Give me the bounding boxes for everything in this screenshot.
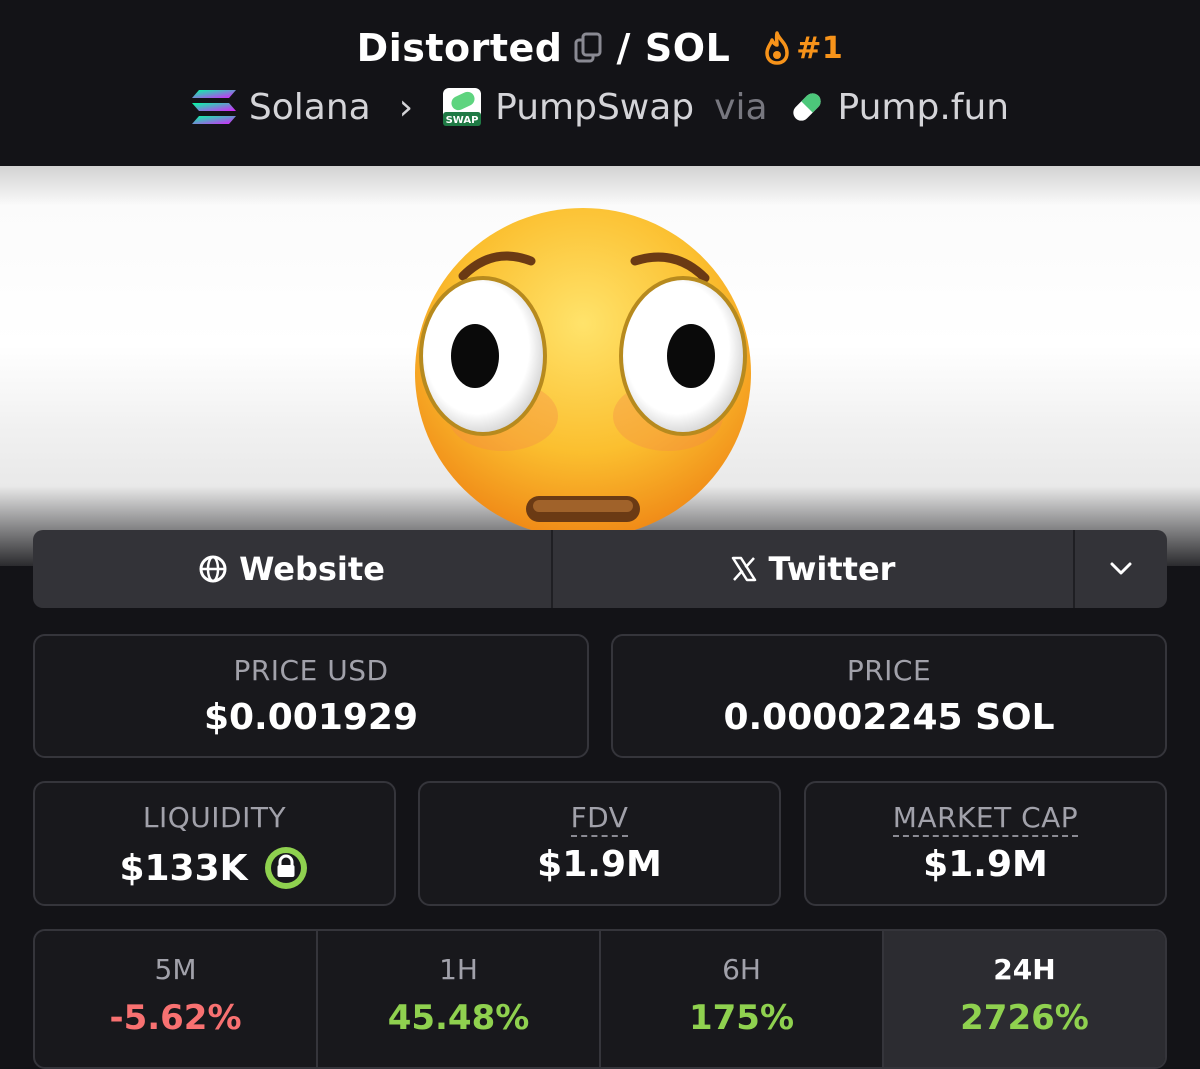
fdv-card: FDV $1.9M [418, 781, 781, 906]
fdv-label-wrap: FDV [420, 801, 779, 837]
timeframe-label: 24H [993, 953, 1056, 986]
copy-icon[interactable] [573, 32, 603, 64]
price-native-value: 0.00002245 SOL [723, 697, 1055, 738]
liquidity-card: LIQUIDITY $133K [33, 781, 396, 906]
flushed-face-emoji-image [415, 208, 751, 538]
trending-rank[interactable]: #1 [762, 31, 843, 66]
price-usd-label: PRICE USD [233, 654, 389, 687]
fdv-label[interactable]: FDV [570, 801, 629, 837]
via-label: via [714, 86, 768, 128]
timeframe-label: 1H [439, 953, 478, 986]
tab-1h[interactable]: 1H 45.48% [318, 931, 601, 1067]
x-logo-icon [731, 556, 756, 582]
chevron-down-icon [1110, 562, 1132, 575]
market-cap-label[interactable]: MARKET CAP [892, 801, 1079, 837]
solana-logo-icon [191, 90, 236, 124]
market-cap-card: MARKET CAP $1.9M [804, 781, 1167, 906]
fdv-value: $1.9M [537, 844, 662, 885]
twitter-label: Twitter [768, 550, 896, 588]
twitter-button[interactable]: Twitter [553, 530, 1075, 608]
tab-6h[interactable]: 6H 175% [601, 931, 884, 1067]
timeframe-label: 5M [154, 953, 197, 986]
liquidity-label: LIQUIDITY [142, 801, 287, 834]
token-name: Distorted [356, 26, 563, 70]
quote-token: SOL [644, 26, 731, 70]
market-cap-label-wrap: MARKET CAP [806, 801, 1165, 837]
price-native-label: PRICE [846, 654, 932, 687]
pill-icon [792, 93, 821, 121]
social-links-bar: Website Twitter [33, 530, 1167, 608]
chain-name[interactable]: Solana [249, 87, 371, 128]
timeframe-label: 6H [722, 953, 761, 986]
pair-title: Distorted / SOL #1 [0, 26, 1200, 70]
rank-label: #1 [796, 30, 844, 66]
tab-24h[interactable]: 24H 2726% [884, 931, 1165, 1067]
liquidity-value-row: $133K [35, 844, 394, 892]
token-banner [0, 166, 1200, 566]
price-usd-value: $0.001929 [203, 697, 419, 738]
tab-5m[interactable]: 5M -5.62% [35, 931, 318, 1067]
price-native-card: PRICE 0.00002245 SOL [611, 634, 1167, 758]
website-button[interactable]: Website [33, 530, 553, 608]
change-value: 45.48% [387, 998, 530, 1038]
change-value: 2726% [960, 998, 1089, 1038]
price-usd-card: PRICE USD $0.001929 [33, 634, 589, 758]
market-cap-value: $1.9M [923, 844, 1048, 885]
fire-icon [765, 31, 790, 65]
launchpad-name[interactable]: Pump.fun [838, 87, 1010, 128]
pair-header: Distorted / SOL #1 Solana › SWAP PumpSwa… [0, 0, 1200, 166]
website-label: Website [239, 550, 385, 588]
liquidity-value: $133K [119, 847, 248, 889]
lock-icon[interactable] [262, 844, 310, 892]
change-value: 175% [688, 998, 795, 1038]
pair-separator: / [616, 26, 631, 70]
dex-badge-text: SWAP [446, 115, 479, 126]
chevron-right-icon: › [398, 86, 414, 128]
globe-icon [199, 555, 227, 583]
change-value: -5.62% [109, 998, 242, 1038]
dex-name[interactable]: PumpSwap [495, 87, 694, 128]
price-change-tabs: 5M -5.62% 1H 45.48% 6H 175% 24H 2726% [33, 929, 1167, 1069]
pair-breadcrumb: Solana › SWAP PumpSwap via Pump.fun [0, 86, 1200, 128]
pumpswap-logo-icon: SWAP [443, 88, 482, 126]
more-links-button[interactable] [1075, 530, 1167, 608]
